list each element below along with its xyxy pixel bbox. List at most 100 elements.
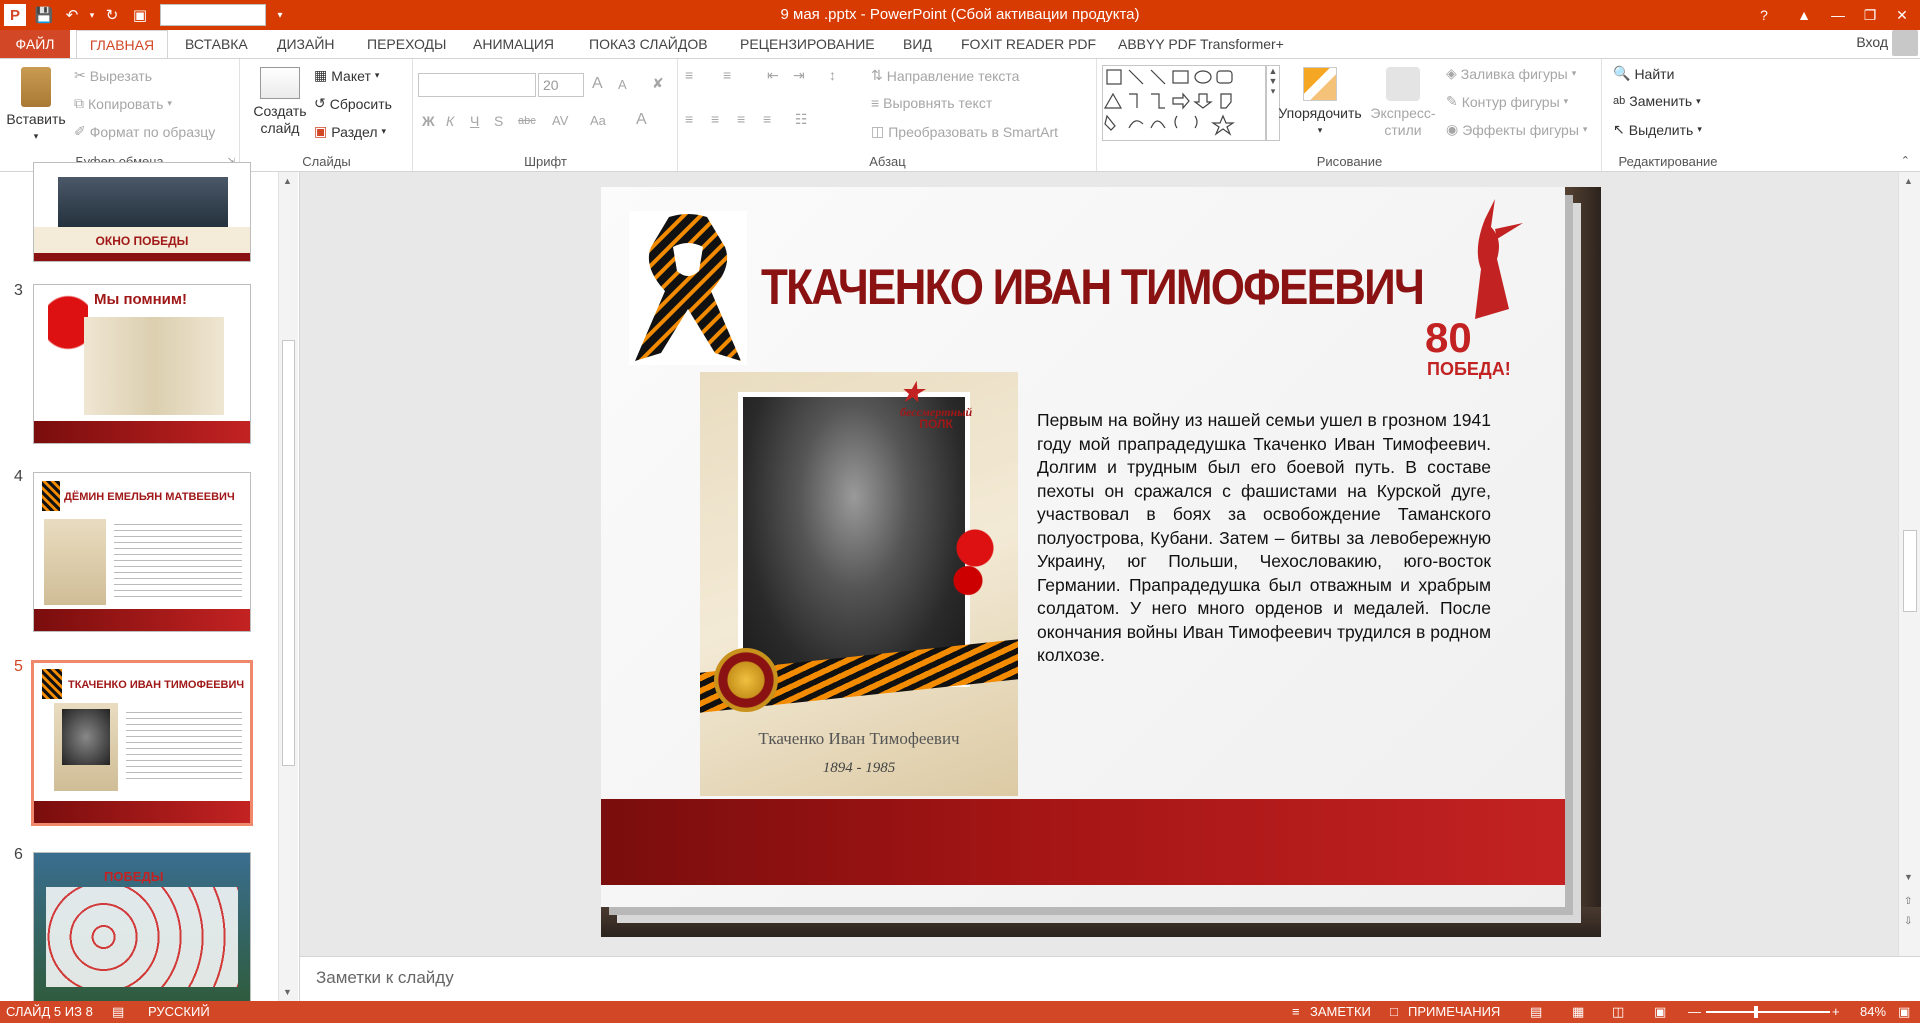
numbering-icon[interactable]: ≡	[723, 67, 731, 83]
underline-button[interactable]: Ч	[470, 113, 479, 129]
reading-view-icon[interactable]: ◫	[1612, 1004, 1624, 1020]
close-icon[interactable]: ✕	[1886, 0, 1918, 30]
text-direction-button[interactable]: ⇅ Направление текста	[871, 67, 1019, 84]
tab-insert[interactable]: ВСТАВКА	[185, 30, 248, 58]
undo-icon[interactable]: ↶	[58, 0, 86, 30]
shadow-button[interactable]: S	[494, 113, 503, 129]
comments-button[interactable]: ПРИМЕЧАНИЯ	[1408, 1004, 1500, 1019]
slide-sorter-icon[interactable]: ▦	[1572, 1004, 1584, 1020]
next-slide-icon[interactable]: ⇩	[1904, 916, 1912, 927]
find-button[interactable]: 🔍 Найти	[1613, 65, 1674, 82]
start-slideshow-icon[interactable]: ▣	[126, 0, 154, 30]
comments-icon[interactable]: □	[1390, 1004, 1398, 1019]
cut-button[interactable]: ✂ Вырезать	[74, 67, 152, 84]
slide-thumbnail-5[interactable]: ТКАЧЕНКО ИВАН ТИМОФЕЕВИЧ	[31, 660, 253, 826]
tab-slideshow[interactable]: ПОКАЗ СЛАЙДОВ	[589, 30, 708, 58]
tab-home[interactable]: ГЛАВНАЯ	[76, 30, 168, 59]
scroll-down-icon[interactable]: ▼	[1904, 872, 1913, 882]
notes-placeholder[interactable]: Заметки к слайду	[316, 968, 454, 988]
justify-icon[interactable]: ≡	[763, 111, 771, 127]
slide-thumbnail-4[interactable]: ДЁМИН ЕМЕЛЬЯН МАТВЕЕВИЧ	[33, 472, 251, 632]
align-center-icon[interactable]: ≡	[711, 111, 719, 127]
slide-title[interactable]: ТКАЧЕНКО ИВАН ТИМОФЕЕВИЧ	[761, 257, 1425, 317]
bold-button[interactable]: Ж	[422, 113, 435, 129]
avatar[interactable]	[1892, 30, 1918, 56]
slide-thumbnail-6[interactable]: ПОБЕДЫ	[33, 852, 251, 1002]
slide-thumbnail-2[interactable]: ОКНО ПОБЕДЫ	[33, 162, 251, 262]
strikethrough-button[interactable]: abc	[518, 115, 536, 127]
editor-scrollbar[interactable]: ▲ ▼ ⇧ ⇩	[1898, 172, 1920, 956]
zoom-level[interactable]: 84%	[1860, 1004, 1886, 1019]
scroll-up-icon[interactable]: ▲	[283, 176, 292, 186]
format-painter-button[interactable]: ✐ Формат по образцу	[74, 123, 215, 140]
character-spacing-button[interactable]: AV	[552, 113, 568, 128]
tab-abbyy[interactable]: ABBYY PDF Transformer+	[1118, 30, 1284, 58]
scroll-up-icon[interactable]: ▲	[1904, 176, 1913, 186]
tab-view[interactable]: ВИД	[903, 30, 932, 58]
fit-slide-icon[interactable]: ▣	[1898, 1004, 1910, 1020]
shape-outline-button[interactable]: ✎ Контур фигуры ▾	[1446, 93, 1568, 110]
arrange-button[interactable]: Упорядочить ▾	[1270, 67, 1370, 139]
shape-effects-button[interactable]: ◉ Эффекты фигуры ▾	[1446, 121, 1587, 138]
customize-qat-icon[interactable]: ▾	[266, 0, 294, 30]
tab-file[interactable]: ФАЙЛ	[0, 30, 70, 58]
align-left-icon[interactable]: ≡	[685, 111, 693, 127]
portrait-card[interactable]: ★ бессмертный ПОЛК Ткаченко Иван Тимофее…	[700, 372, 1018, 796]
bullets-icon[interactable]: ≡	[685, 67, 693, 83]
clear-formatting-icon[interactable]: ✘	[652, 75, 664, 92]
spellcheck-icon[interactable]: ▤	[112, 1004, 124, 1020]
reset-button[interactable]: ↺ Сбросить	[314, 95, 392, 112]
slide-canvas[interactable]: ТКАЧЕНКО ИВАН ТИМОФЕЕВИЧ 80 ПОБЕДА! ★ бе…	[601, 187, 1601, 937]
shapes-gallery[interactable]	[1102, 65, 1266, 141]
tab-design[interactable]: ДИЗАЙН	[277, 30, 335, 58]
decrease-indent-icon[interactable]: ⇤	[767, 67, 779, 84]
font-color-button[interactable]: A	[636, 111, 647, 129]
font-size-dropdown[interactable]: 20	[538, 73, 584, 97]
scrollbar-thumb[interactable]	[282, 340, 295, 766]
shrink-font-button[interactable]: A	[618, 77, 627, 92]
thumbnails-scrollbar[interactable]: ▲ ▼	[278, 172, 298, 1001]
replace-button[interactable]: ab Заменить ▾	[1613, 93, 1701, 109]
slideshow-view-icon[interactable]: ▣	[1654, 1004, 1666, 1020]
tab-transitions[interactable]: ПЕРЕХОДЫ	[367, 30, 446, 58]
slide-body-text[interactable]: Первым на войну из нашей семьи ушел в гр…	[1037, 409, 1491, 668]
font-name-box[interactable]	[160, 4, 266, 26]
sign-in-link[interactable]: Вход	[1856, 34, 1888, 50]
previous-slide-icon[interactable]: ⇧	[1904, 896, 1912, 907]
scroll-down-icon[interactable]: ▼	[283, 987, 292, 997]
smartart-button[interactable]: ◫ Преобразовать в SmartArt	[871, 123, 1058, 140]
align-right-icon[interactable]: ≡	[737, 111, 745, 127]
zoom-in-icon[interactable]: +	[1832, 1004, 1840, 1019]
font-name-dropdown[interactable]	[418, 73, 536, 97]
new-slide-button[interactable]: Создать слайд	[249, 67, 311, 137]
line-spacing-icon[interactable]: ↕	[829, 67, 836, 83]
notes-toggle-icon[interactable]: ≡	[1292, 1004, 1300, 1019]
scrollbar-thumb[interactable]	[1903, 530, 1917, 612]
restore-icon[interactable]: ❐	[1854, 0, 1886, 30]
zoom-out-icon[interactable]: —	[1688, 1004, 1701, 1019]
quick-styles-button[interactable]: Экспресс- стили	[1366, 67, 1440, 139]
zoom-slider[interactable]	[1706, 1011, 1830, 1013]
paste-button[interactable]: Вставить ▾	[6, 67, 66, 145]
columns-icon[interactable]: ☷	[795, 111, 808, 128]
tab-review[interactable]: РЕЦЕНЗИРОВАНИЕ	[740, 30, 875, 58]
help-icon[interactable]: ?	[1748, 0, 1780, 30]
collapse-ribbon-icon[interactable]: ⌃	[1901, 154, 1910, 167]
shape-fill-button[interactable]: ◈ Заливка фигуры ▾	[1446, 65, 1576, 82]
save-icon[interactable]: 💾	[30, 0, 58, 30]
layout-button[interactable]: ▦ Макет ▾	[314, 67, 379, 84]
change-case-button[interactable]: Aa	[590, 113, 606, 128]
section-button[interactable]: ▣ Раздел ▾	[314, 123, 386, 140]
minimize-icon[interactable]: —	[1822, 0, 1854, 30]
grow-font-button[interactable]: A	[592, 75, 603, 93]
zoom-slider-thumb[interactable]	[1754, 1006, 1758, 1018]
tab-animation[interactable]: АНИМАЦИЯ	[473, 30, 554, 58]
ribbon-display-options-icon[interactable]: ▲	[1788, 0, 1820, 30]
select-button[interactable]: ↖ Выделить ▾	[1613, 121, 1702, 138]
normal-view-icon[interactable]: ▤	[1530, 1004, 1542, 1020]
tab-foxit[interactable]: FOXIT READER PDF	[961, 30, 1096, 58]
slide-thumbnail-3[interactable]: Мы помним!	[33, 284, 251, 444]
align-text-button[interactable]: ≡ Выровнять текст	[871, 95, 992, 111]
undo-dropdown-icon[interactable]: ▾	[86, 0, 98, 30]
language-indicator[interactable]: РУССКИЙ	[148, 1004, 210, 1019]
